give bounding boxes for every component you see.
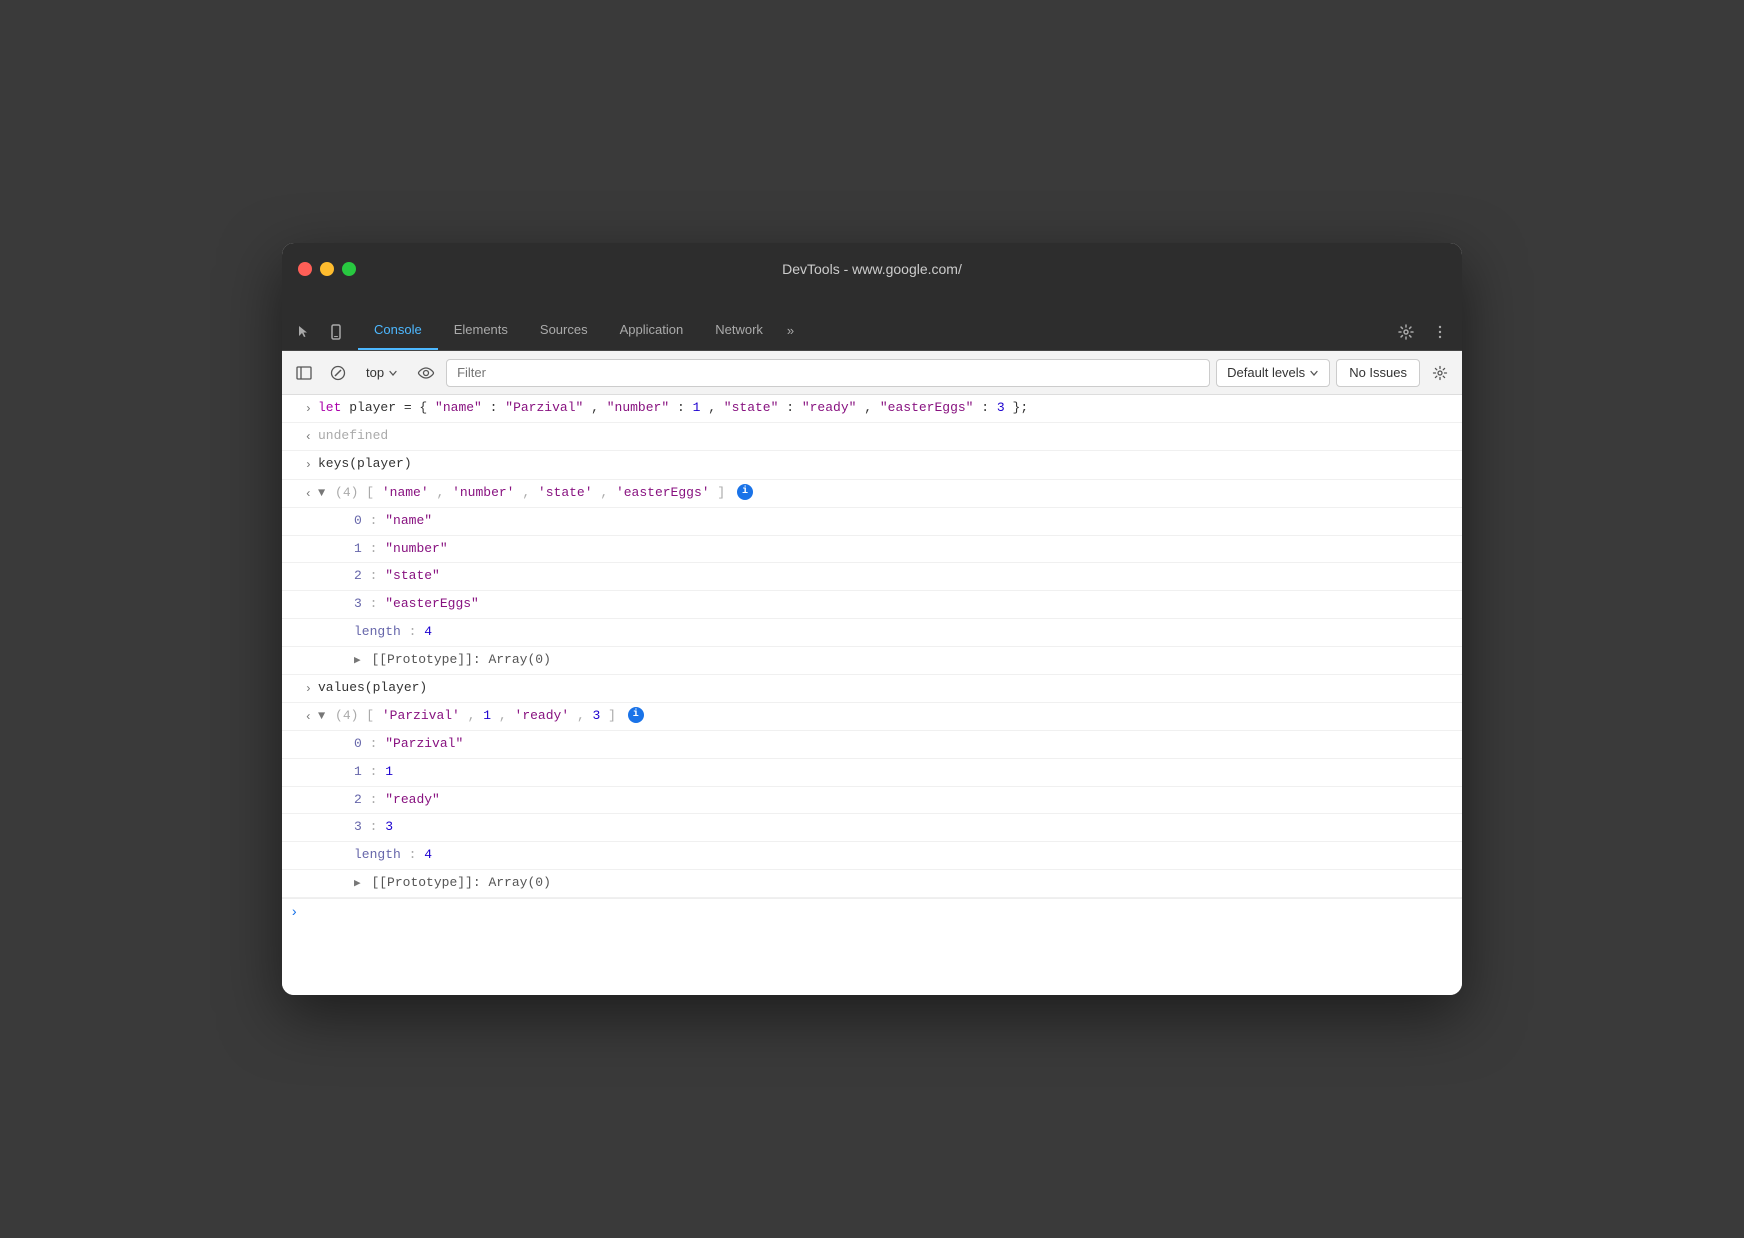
values-prototype: ▶ [[Prototype]]: Array(0) bbox=[282, 870, 1462, 898]
line-prefix bbox=[318, 790, 354, 792]
line-content: 0 : "Parzival" bbox=[354, 734, 1454, 755]
line-prefix bbox=[318, 539, 354, 541]
line-prefix bbox=[318, 873, 354, 875]
tab-console[interactable]: Console bbox=[358, 310, 438, 350]
line-prefix: › bbox=[282, 398, 318, 419]
value-item-1: 1 : 1 bbox=[282, 759, 1462, 787]
settings-icon[interactable] bbox=[1392, 318, 1420, 346]
info-badge[interactable]: i bbox=[737, 484, 753, 500]
console-input[interactable] bbox=[306, 905, 1454, 920]
devtools-window: DevTools - www.google.com/ Console bbox=[282, 243, 1462, 995]
line-content: undefined bbox=[318, 426, 1454, 447]
line-content: length : 4 bbox=[354, 845, 1454, 866]
array-prototype: ▶ [[Prototype]]: Array(0) bbox=[282, 647, 1462, 675]
console-output: › let player = { "name" : "Parzival" , "… bbox=[282, 395, 1462, 995]
inspect-element-icon[interactable] bbox=[290, 318, 318, 346]
line-prefix bbox=[318, 845, 354, 847]
console-line-input-2: › keys(player) bbox=[282, 451, 1462, 479]
console-line-input-1: › let player = { "name" : "Parzival" , "… bbox=[282, 395, 1462, 423]
line-content: length : 4 bbox=[354, 622, 1454, 643]
values-length: length : 4 bbox=[282, 842, 1462, 870]
console-settings-icon[interactable] bbox=[1426, 359, 1454, 387]
clear-console-button[interactable] bbox=[324, 359, 352, 387]
line-content: 0 : "name" bbox=[354, 511, 1454, 532]
console-line-input-3: › values(player) bbox=[282, 675, 1462, 703]
no-issues-button[interactable]: No Issues bbox=[1336, 359, 1420, 387]
minimize-button[interactable] bbox=[320, 262, 334, 276]
default-levels-dropdown[interactable]: Default levels bbox=[1216, 359, 1330, 387]
tab-elements[interactable]: Elements bbox=[438, 310, 524, 350]
value-item-0: 0 : "Parzival" bbox=[282, 731, 1462, 759]
console-line-array-values: ‹ ▼ (4) [ 'Parzival' , 1 , 'ready' , 3 ]… bbox=[282, 703, 1462, 731]
close-button[interactable] bbox=[298, 262, 312, 276]
line-content: ▶ [[Prototype]]: Array(0) bbox=[354, 650, 1454, 671]
eye-icon-button[interactable] bbox=[412, 359, 440, 387]
line-content: let player = { "name" : "Parzival" , "nu… bbox=[318, 398, 1454, 419]
line-content: 2 : "state" bbox=[354, 566, 1454, 587]
prompt-arrow-icon: › bbox=[290, 905, 298, 921]
info-badge-2[interactable]: i bbox=[628, 707, 644, 723]
line-content: 3 : 3 bbox=[354, 817, 1454, 838]
line-content: keys(player) bbox=[318, 454, 1454, 475]
tab-bar: Console Elements Sources Application Net… bbox=[282, 295, 1462, 351]
title-bar: DevTools - www.google.com/ bbox=[282, 243, 1462, 295]
line-prefix bbox=[318, 511, 354, 513]
line-prefix bbox=[318, 817, 354, 819]
line-prefix: ‹ bbox=[282, 426, 318, 447]
array-item-1: 1 : "number" bbox=[282, 536, 1462, 564]
window-title: DevTools - www.google.com/ bbox=[782, 261, 962, 277]
value-item-2: 2 : "ready" bbox=[282, 787, 1462, 815]
line-prefix: ‹ bbox=[282, 706, 318, 727]
console-line-array-keys: ‹ ▼ (4) [ 'name' , 'number' , 'state' , … bbox=[282, 480, 1462, 508]
tab-network[interactable]: Network bbox=[699, 310, 779, 350]
array-item-0: 0 : "name" bbox=[282, 508, 1462, 536]
more-tabs-button[interactable]: » bbox=[779, 310, 802, 350]
array-item-2: 2 : "state" bbox=[282, 563, 1462, 591]
line-prefix: ‹ bbox=[282, 483, 318, 504]
line-content: ▶ [[Prototype]]: Array(0) bbox=[354, 873, 1454, 894]
line-prefix: › bbox=[282, 678, 318, 699]
more-options-icon[interactable] bbox=[1426, 318, 1454, 346]
line-content: ▼ (4) [ 'Parzival' , 1 , 'ready' , 3 ] i bbox=[318, 706, 1454, 727]
line-prefix bbox=[318, 650, 354, 652]
device-toolbar-icon[interactable] bbox=[322, 318, 350, 346]
console-prompt: › bbox=[282, 898, 1462, 927]
value-item-3: 3 : 3 bbox=[282, 814, 1462, 842]
filter-input[interactable] bbox=[446, 359, 1210, 387]
line-prefix: › bbox=[282, 454, 318, 475]
tab-application[interactable]: Application bbox=[604, 310, 700, 350]
line-prefix bbox=[318, 622, 354, 624]
array-length: length : 4 bbox=[282, 619, 1462, 647]
tab-sources[interactable]: Sources bbox=[524, 310, 604, 350]
tab-bar-right-icons bbox=[1392, 318, 1454, 350]
line-content: values(player) bbox=[318, 678, 1454, 699]
line-content: 1 : "number" bbox=[354, 539, 1454, 560]
line-content: 1 : 1 bbox=[354, 762, 1454, 783]
line-prefix bbox=[318, 762, 354, 764]
traffic-lights bbox=[298, 262, 356, 276]
context-dropdown[interactable]: top bbox=[358, 362, 406, 383]
line-content: ▼ (4) [ 'name' , 'number' , 'state' , 'e… bbox=[318, 483, 1454, 504]
array-item-3: 3 : "easterEggs" bbox=[282, 591, 1462, 619]
console-toolbar: top Default levels No Issues bbox=[282, 351, 1462, 395]
sidebar-toggle-button[interactable] bbox=[290, 359, 318, 387]
line-prefix bbox=[318, 594, 354, 596]
line-prefix bbox=[318, 734, 354, 736]
maximize-button[interactable] bbox=[342, 262, 356, 276]
line-content: 3 : "easterEggs" bbox=[354, 594, 1454, 615]
tabs: Console Elements Sources Application Net… bbox=[358, 310, 1392, 350]
line-prefix bbox=[318, 566, 354, 568]
console-line-output-1: ‹ undefined bbox=[282, 423, 1462, 451]
tab-bar-left-icons bbox=[290, 318, 350, 350]
line-content: 2 : "ready" bbox=[354, 790, 1454, 811]
